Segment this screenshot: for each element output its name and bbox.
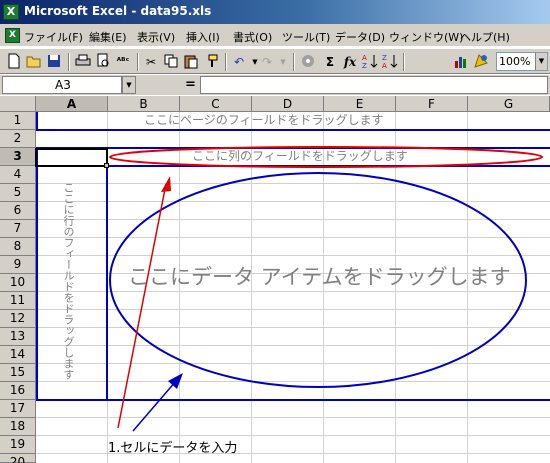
fill-handle[interactable] bbox=[104, 163, 109, 168]
function-icon[interactable]: fx bbox=[341, 53, 359, 71]
excel-icon[interactable]: X bbox=[3, 4, 19, 20]
drawing-icon[interactable] bbox=[472, 53, 490, 71]
menu-bar: X ファイル(F) 編集(E) 表示(V) 挿入(I) 書式(O) ツール(T)… bbox=[0, 24, 550, 47]
column-header-f[interactable]: F bbox=[396, 96, 468, 112]
zoom-select[interactable]: 100% ▼ bbox=[496, 52, 548, 71]
row-header-14[interactable]: 14 bbox=[0, 346, 36, 364]
formula-bar: A3 ▼ = bbox=[0, 75, 550, 95]
column-header-e[interactable]: E bbox=[324, 96, 396, 112]
row-header-3[interactable]: 3 bbox=[0, 148, 36, 166]
workbook-icon[interactable]: X bbox=[5, 28, 20, 43]
spelling-icon[interactable]: ᴬᴮᶜ bbox=[114, 53, 132, 71]
menu-help[interactable]: ヘルプ(H) bbox=[460, 29, 510, 45]
row-header-8[interactable]: 8 bbox=[0, 238, 36, 256]
open-icon[interactable] bbox=[25, 53, 43, 71]
pivot-left-border bbox=[36, 147, 38, 401]
row-header-16[interactable]: 16 bbox=[0, 382, 36, 400]
active-cell-a3[interactable] bbox=[35, 148, 108, 167]
data-item-drop-zone[interactable]: ここにデータ アイテムをドラッグします bbox=[128, 264, 511, 290]
print-icon[interactable] bbox=[74, 53, 92, 71]
menu-data[interactable]: データ(D) bbox=[335, 29, 385, 45]
copy-icon[interactable] bbox=[162, 53, 180, 71]
chart-wizard-icon[interactable] bbox=[452, 53, 470, 71]
name-box[interactable]: A3 bbox=[2, 76, 122, 94]
row-header-4[interactable]: 4 bbox=[0, 166, 36, 184]
instruction-annotation: 1.セルにデータを入力 bbox=[108, 441, 238, 456]
column-header-c[interactable]: C bbox=[180, 96, 252, 112]
menu-tools[interactable]: ツール(T) bbox=[282, 29, 330, 45]
svg-text:A: A bbox=[382, 62, 387, 69]
column-header-g[interactable]: G bbox=[468, 96, 550, 112]
row-header-10[interactable]: 10 bbox=[0, 274, 36, 292]
formula-input[interactable] bbox=[200, 76, 548, 94]
column-header-b[interactable]: B bbox=[108, 96, 180, 112]
menu-insert[interactable]: 挿入(I) bbox=[186, 29, 220, 45]
row-header-11[interactable]: 11 bbox=[0, 292, 36, 310]
name-box-dropdown-icon[interactable]: ▼ bbox=[122, 76, 136, 94]
redo-dropdown-icon[interactable]: ▼ bbox=[274, 53, 292, 71]
row-header-12[interactable]: 12 bbox=[0, 310, 36, 328]
svg-text:Z: Z bbox=[362, 62, 367, 69]
new-icon[interactable] bbox=[5, 53, 23, 71]
menu-window[interactable]: ウィンドウ(W) bbox=[389, 29, 463, 45]
row-header-5[interactable]: 5 bbox=[0, 184, 36, 202]
format-painter-icon[interactable] bbox=[202, 53, 220, 71]
autosum-icon[interactable]: Σ bbox=[321, 53, 339, 71]
column-header-a[interactable]: A bbox=[36, 96, 108, 112]
row-header-19[interactable]: 19 bbox=[0, 436, 36, 454]
column-field-bottom-border bbox=[107, 165, 550, 167]
row-header-9[interactable]: 9 bbox=[0, 256, 36, 274]
zoom-value: 100% bbox=[499, 55, 531, 68]
row-header-20[interactable]: 20 bbox=[0, 454, 36, 463]
menu-file[interactable]: ファイル(F) bbox=[24, 29, 83, 45]
row-header-18[interactable]: 18 bbox=[0, 418, 36, 436]
row-header-2[interactable]: 2 bbox=[0, 130, 36, 148]
row-field-drop-zone[interactable]: ここに行のフィールドをドラッグします bbox=[62, 182, 75, 380]
row-header-7[interactable]: 7 bbox=[0, 220, 36, 238]
formula-equals-button[interactable]: = bbox=[185, 77, 196, 92]
page-field-bottom-border bbox=[36, 129, 550, 131]
page-field-left-border bbox=[36, 112, 38, 131]
row-header-15[interactable]: 15 bbox=[0, 364, 36, 382]
pivot-bottom-border bbox=[36, 399, 550, 401]
paste-icon[interactable] bbox=[182, 53, 200, 71]
window-title: Microsoft Excel - data95.xls bbox=[24, 4, 212, 18]
row-header-17[interactable]: 17 bbox=[0, 400, 36, 418]
sort-ascending-icon[interactable]: AZ bbox=[361, 53, 379, 71]
cut-icon[interactable]: ✂ bbox=[142, 53, 160, 71]
save-icon[interactable] bbox=[45, 53, 63, 71]
row-header-13[interactable]: 13 bbox=[0, 328, 36, 346]
page-field-drop-zone[interactable]: ここにページのフィールドをドラッグします bbox=[144, 112, 384, 129]
hyperlink-icon[interactable] bbox=[299, 53, 317, 71]
column-header-d[interactable]: D bbox=[252, 96, 324, 112]
title-bar: X Microsoft Excel - data95.xls bbox=[0, 0, 550, 24]
menu-view[interactable]: 表示(V) bbox=[137, 29, 175, 45]
column-field-drop-zone[interactable]: ここに列のフィールドをドラッグします bbox=[192, 148, 408, 165]
svg-text:A: A bbox=[362, 54, 367, 62]
chevron-down-icon[interactable]: ▼ bbox=[535, 53, 547, 70]
row-field-right-border bbox=[106, 147, 108, 401]
menu-edit[interactable]: 編集(E) bbox=[89, 29, 127, 45]
sort-descending-icon[interactable]: ZA bbox=[381, 53, 399, 71]
standard-toolbar: ᴬᴮᶜ ✂ ↶ ▼ ↷ ▼ Σ fx AZ ZA 100% ▼ bbox=[0, 48, 550, 74]
menu-format[interactable]: 書式(O) bbox=[233, 29, 272, 45]
select-all-corner[interactable] bbox=[0, 96, 36, 112]
print-preview-icon[interactable] bbox=[94, 53, 112, 71]
row-header-1[interactable]: 1 bbox=[0, 112, 36, 130]
svg-text:Z: Z bbox=[382, 54, 387, 62]
row-header-6[interactable]: 6 bbox=[0, 202, 36, 220]
